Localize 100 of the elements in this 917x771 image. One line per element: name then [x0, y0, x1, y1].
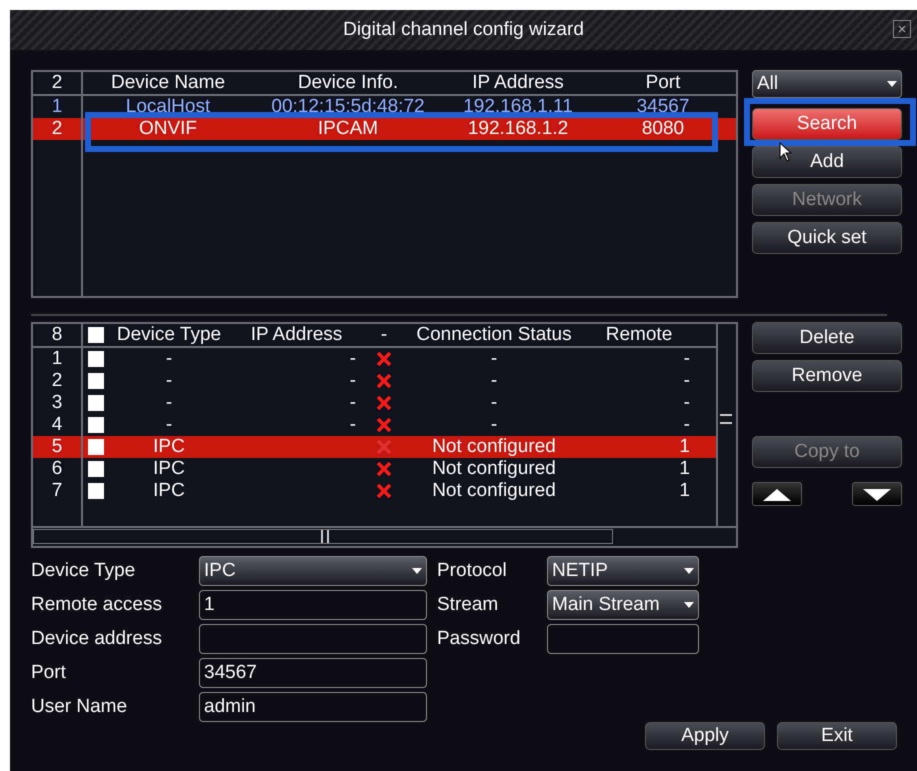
selected-row[interactable]: 5 IPC Not configured 1	[33, 436, 716, 458]
table-cell-text: -	[682, 370, 691, 392]
column-header: Device Name	[110, 72, 226, 94]
field-label: Port	[31, 660, 67, 685]
input-field[interactable]	[547, 624, 699, 654]
selected-row[interactable]: 2 ONVIF IPCAM 192.168.1.2 8080	[33, 118, 736, 140]
field-value: NETIP	[552, 558, 608, 583]
action-button[interactable]: Exit	[777, 722, 897, 750]
filter-value: All	[757, 72, 778, 96]
field-label: Password	[437, 626, 522, 651]
table-cell-text: IPCAM	[316, 118, 380, 140]
column-header: IP Address	[471, 72, 565, 94]
table-cell-text: Not configured	[431, 458, 557, 480]
action-button[interactable]: Search	[752, 108, 902, 140]
action-button[interactable]: Add	[752, 146, 902, 178]
column-header: Device Info.	[296, 72, 400, 94]
table-row[interactable]: 2 - - - -	[33, 370, 716, 392]
column-header: -	[380, 324, 388, 346]
row-number: 2	[33, 370, 83, 392]
table-cell-text: -	[490, 348, 498, 370]
table-cell-text: IPC	[152, 480, 186, 502]
checkbox[interactable]	[88, 417, 104, 433]
table-cell-text: ONVIF	[138, 118, 198, 140]
table-cell-text: IPC	[152, 458, 186, 480]
table-cell-text: -	[164, 370, 174, 392]
caret-icon	[412, 568, 422, 574]
table-cell-text: 192.168.1.11	[462, 96, 574, 118]
table-cell-text: Not configured	[431, 436, 557, 458]
table-cell-text: -	[490, 414, 498, 436]
action-button[interactable]: Quick set	[752, 222, 902, 254]
field-label: Device address	[31, 626, 163, 651]
field-label: Protocol	[437, 558, 508, 583]
move-up-button[interactable]	[752, 482, 802, 506]
row-number: 1	[33, 348, 83, 370]
field-value: Main Stream	[552, 592, 660, 617]
row-number: 6	[33, 458, 83, 480]
field-value: IPC	[204, 558, 236, 583]
table-cell: 2	[33, 118, 83, 140]
table-cell-text: -	[348, 392, 357, 414]
field-value: 34567	[204, 660, 257, 685]
column-header: Connection Status	[415, 324, 573, 346]
input-field[interactable]: admin	[199, 692, 427, 722]
column-header: Remote	[604, 324, 674, 346]
table-row[interactable]: 1 - - - -	[33, 348, 716, 370]
table-cell-text: -	[348, 370, 357, 392]
checkbox[interactable]	[88, 439, 104, 455]
move-down-button[interactable]	[852, 482, 902, 506]
checkbox[interactable]	[88, 351, 104, 367]
checkbox[interactable]	[88, 461, 104, 477]
checkbox[interactable]	[88, 483, 104, 499]
table-cell-text: 192.168.1.2	[466, 118, 570, 140]
filter-dropdown[interactable]: All	[752, 70, 902, 98]
field-label: Remote access	[31, 592, 163, 617]
table-cell-text: 8080	[640, 118, 686, 140]
table-cell-text: -	[682, 392, 691, 414]
table-row[interactable]: 6 IPC Not configured 1	[33, 458, 716, 480]
table-cell-text: 1	[678, 480, 691, 502]
field-label: User Name	[31, 694, 128, 719]
table-cell-text: -	[682, 414, 691, 436]
checkbox[interactable]	[88, 395, 104, 411]
column-header: 2	[33, 72, 83, 94]
table-cell-text: -	[348, 348, 357, 370]
field-value: admin	[204, 694, 256, 719]
action-button[interactable]: Apply	[645, 722, 765, 750]
close-button[interactable]: ×	[893, 20, 911, 38]
cursor-icon	[779, 142, 793, 162]
column-header: 8	[33, 324, 83, 346]
action-button[interactable]: Remove	[752, 360, 902, 392]
checkbox[interactable]	[88, 373, 104, 389]
dropdown-field[interactable]: Main Stream	[547, 590, 699, 620]
column-header: IP Address	[250, 324, 344, 346]
table-cell-text: IPC	[152, 436, 186, 458]
table-cell-text: 00:12:15:5d:48:72	[270, 96, 426, 118]
table-cell-text: 1	[678, 458, 691, 480]
field-label: Stream	[437, 592, 500, 617]
table-row[interactable]: 3 - - - -	[33, 392, 716, 414]
down-arrow-icon	[863, 488, 891, 501]
input-field[interactable]: 1	[199, 590, 427, 620]
table-cell-text: 1	[678, 436, 691, 458]
table-cell-text: Not configured	[431, 480, 557, 502]
dropdown-field[interactable]: NETIP	[547, 556, 699, 586]
column-header: Port	[644, 72, 682, 94]
table-cell-text: -	[682, 348, 691, 370]
row-number: 5	[33, 436, 83, 458]
input-field[interactable]: 34567	[199, 658, 427, 688]
field-value: 1	[204, 592, 215, 617]
select-all-checkbox[interactable]	[88, 327, 104, 343]
horizontal-scrollbar[interactable]	[33, 526, 736, 546]
dropdown-field[interactable]: IPC	[199, 556, 427, 586]
caret-icon	[684, 568, 694, 574]
input-field[interactable]	[199, 624, 427, 654]
table-row[interactable]: 7 IPC Not configured 1	[33, 480, 716, 502]
window-title: Digital channel config wizard	[343, 18, 584, 42]
table-cell-text: -	[490, 370, 498, 392]
action-button[interactable]: Delete	[752, 322, 902, 354]
table-cell-text: 34567	[636, 96, 690, 118]
table-cell-text: -	[164, 348, 174, 370]
row-number: 7	[33, 480, 83, 502]
table-cell-text: -	[348, 414, 357, 436]
table-cell-text: -	[164, 414, 174, 436]
